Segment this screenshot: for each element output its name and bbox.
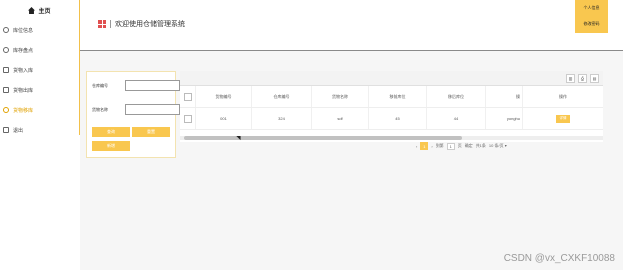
sidebar-item-label: 库存盘点 [13,47,34,54]
user-menu: 个人信息 修改密码 [575,0,608,33]
pagination: ‹ 1 › 到第 1 页 确定 共1条 10 条/页 ▾ [416,142,507,150]
cell-before-location: 45 [369,108,427,129]
cell-actions: 详情 [523,108,603,129]
total-count: 共1条 [475,143,486,148]
app-logo-icon [98,20,106,28]
column-header[interactable]: 移前库位 [369,86,427,107]
search-panel: 仓库编号 货物名称 查询 重置 新增 [86,71,180,158]
column-header[interactable]: 移后库位 [427,86,486,107]
horizontal-scrollbar[interactable] [180,136,603,140]
sidebar-item-label: 货物出库 [13,87,34,94]
cell-goods-id: 001 [196,108,252,129]
column-header-actions: 操作 [559,93,567,99]
select-all-checkbox[interactable] [183,92,192,101]
warehouse-label: 仓库编号 [92,83,108,88]
inbox-icon [3,67,9,73]
gear-icon [3,27,9,33]
sidebar-home-label: 主页 [38,8,51,15]
goto-label: 到第 [435,143,444,148]
sidebar-item-label: 退出 [13,127,24,134]
row-checkbox[interactable] [183,114,192,123]
sidebar-item-label: 货物移库 [13,107,34,114]
reset-button[interactable]: 重置 [132,127,170,137]
print-icon[interactable]: ⎙ [578,73,587,83]
page-unit-label: 页 [457,143,462,148]
warehouse-field-row: 仓库编号 [92,80,180,91]
goto-page-input[interactable]: 1 [446,142,455,150]
query-button[interactable]: 查询 [92,127,130,137]
cell-after-location: 44 [427,108,486,129]
sidebar: 主页 库位信息 库存盘点 货物入库 货物出库 货物移库 退出 [0,0,80,135]
detail-button[interactable]: 详情 [556,114,570,123]
goods-field-row: 货物名称 [92,104,180,115]
sidebar-item-inventory-check[interactable]: 库存盘点 [0,40,79,60]
cell-warehouse-id: 324 [252,108,312,129]
filter-columns-icon[interactable]: ▥ [566,73,575,83]
scrollbar-thumb[interactable] [184,136,462,140]
row-select-cell [180,108,196,129]
page-size-value: 10 条/页 [488,143,504,148]
watermark: CSDN @vx_CXKF10088 [503,253,615,264]
next-page-button[interactable]: › [431,144,432,149]
settings-icon [3,47,9,53]
home-icon [28,6,36,14]
page-size-select[interactable]: 10 条/页 ▾ [489,143,507,149]
main-content: 欢迎使用仓储管理系统 个人信息 修改密码 仓库编号 货物名称 查询 重置 新增 … [80,0,623,270]
sidebar-item-goods-outbound[interactable]: 货物出库 [0,80,79,100]
table-header: 货物编号 仓库编号 货物名称 移前库位 移后库位 操 操作 [180,86,603,108]
table-row: 001 324 sdf 45 44 yonghu 详情 [180,108,603,130]
change-password-link[interactable]: 修改密码 [575,16,608,32]
data-table: ▥ ⎙ ▤ 货物编号 仓库编号 货物名称 移前库位 移后库位 操 操作 001 … [180,71,603,142]
sidebar-item-label: 货物入库 [13,67,34,74]
sidebar-item-logout[interactable]: 退出 [0,120,79,140]
table-toolbar: ▥ ⎙ ▤ [180,71,603,86]
sidebar-home[interactable]: 主页 [0,0,79,20]
goto-confirm-button[interactable]: 确定 [465,143,473,149]
column-header[interactable]: 仓库编号 [252,86,312,107]
goods-name-label: 货物名称 [92,107,108,112]
page-title: 欢迎使用仓储管理系统 [98,19,185,29]
logout-icon [3,127,9,133]
column-header[interactable]: 操 [486,86,523,107]
chevron-down-icon: ▾ [504,143,507,148]
top-bar: 欢迎使用仓储管理系统 个人信息 修改密码 [80,0,623,51]
prev-page-button[interactable]: ‹ [416,144,417,149]
goods-name-input[interactable] [125,104,180,115]
sidebar-item-goods-transfer[interactable]: 货物移库 [0,100,79,120]
cell-goods-name: sdf [312,108,369,129]
export-icon[interactable]: ▤ [590,73,599,83]
sidebar-item-location-info[interactable]: 库位信息 [0,20,79,40]
sidebar-item-label: 库位信息 [13,27,34,34]
column-header[interactable]: 货物编号 [196,86,252,107]
cell-operator: yonghu [486,108,523,129]
page-1-button[interactable]: 1 [420,142,429,150]
sidebar-item-goods-inbound[interactable]: 货物入库 [0,60,79,80]
warehouse-input[interactable] [125,80,180,91]
select-all-cell [180,86,196,107]
profile-link[interactable]: 个人信息 [575,0,608,16]
title-divider [110,20,111,28]
column-header[interactable]: 货物名称 [312,86,369,107]
add-button[interactable]: 新增 [92,141,130,151]
transfer-icon [3,107,9,113]
outbox-icon [3,87,9,93]
page-title-text: 欢迎使用仓储管理系统 [115,21,185,28]
